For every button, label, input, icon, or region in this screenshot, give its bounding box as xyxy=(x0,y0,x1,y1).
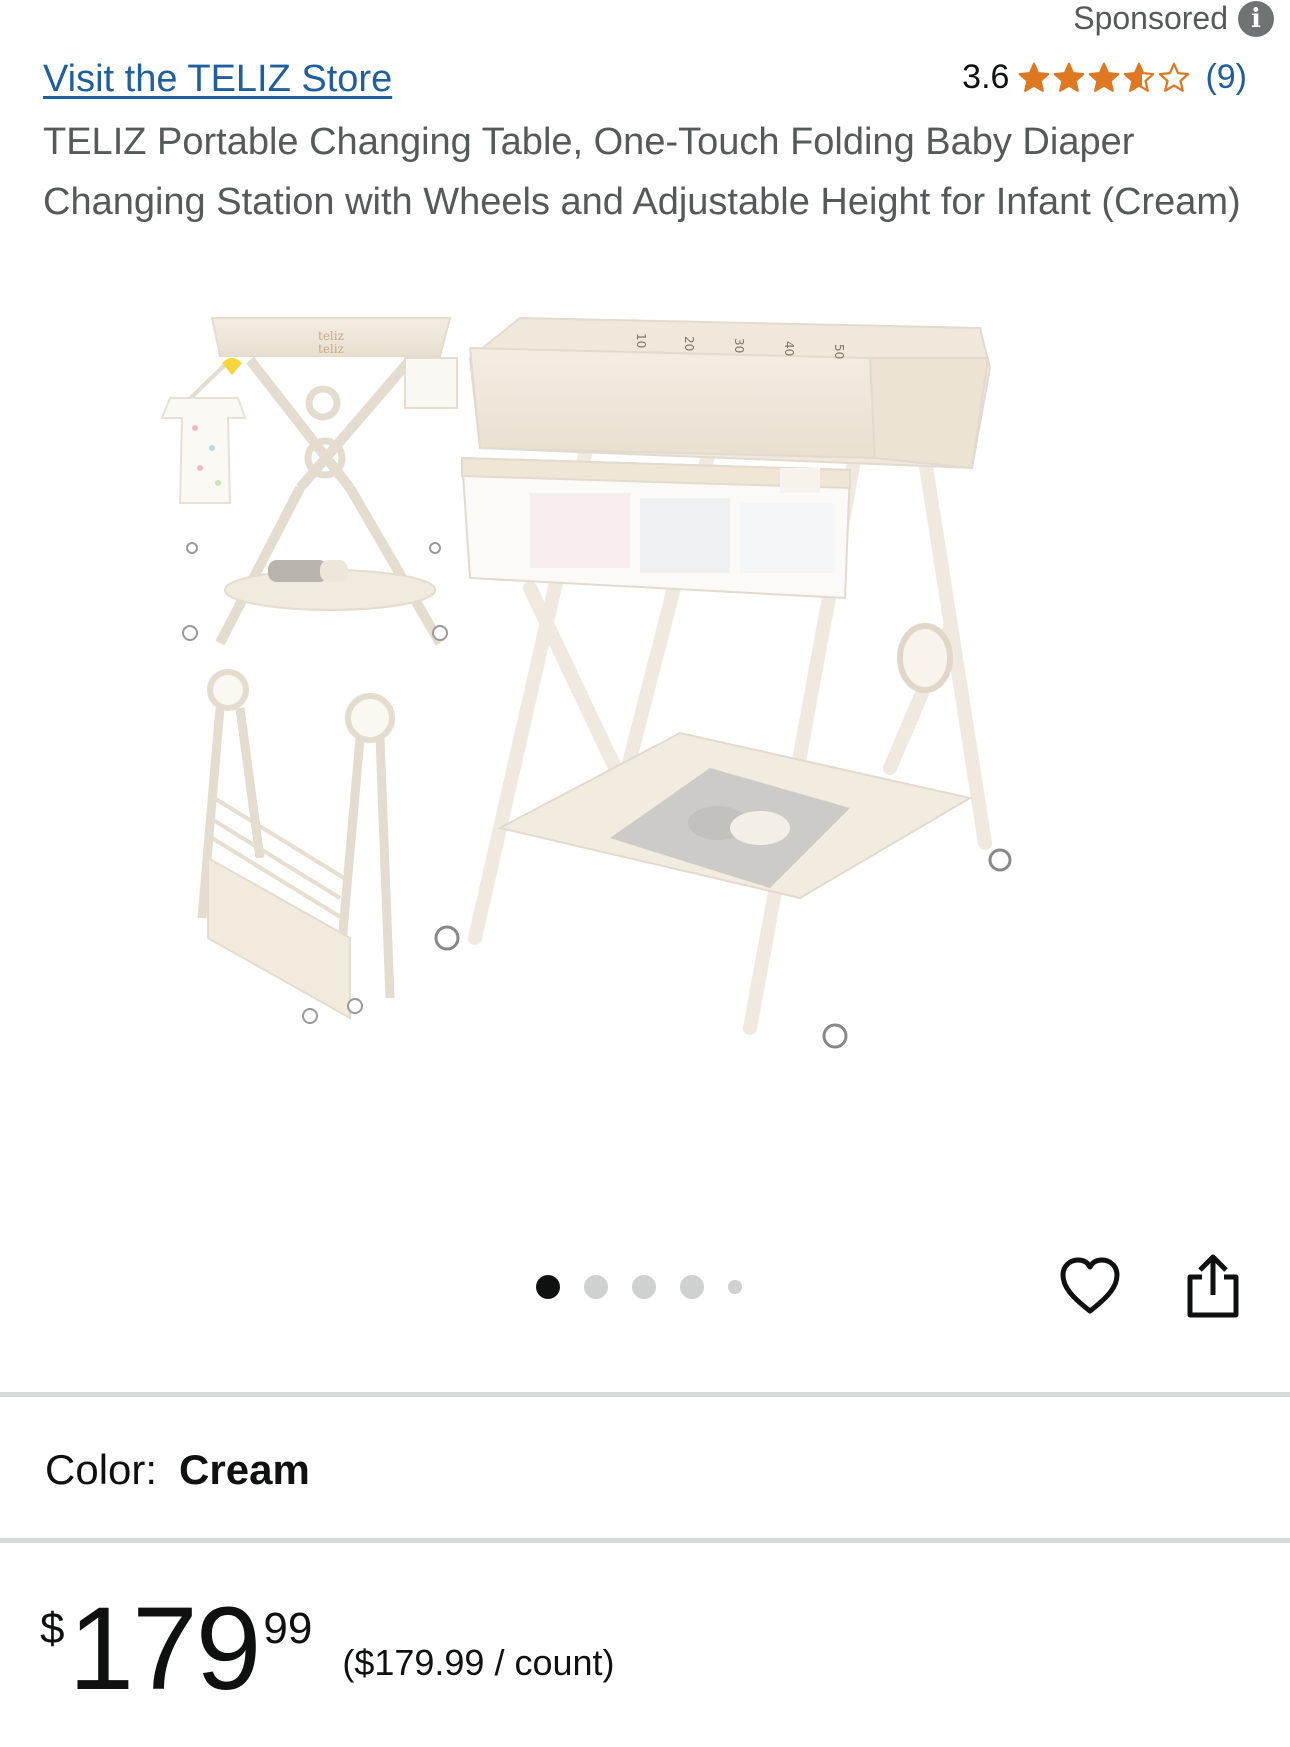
carousel-dot[interactable] xyxy=(728,1280,742,1294)
brand-mark-2: teliz xyxy=(318,342,344,356)
sponsored-label-group[interactable]: Sponsored i xyxy=(1073,0,1274,37)
rating-count-link[interactable]: (9) xyxy=(1205,58,1247,97)
store-link[interactable]: Visit the TELIZ Store xyxy=(43,58,392,101)
star-full-icon xyxy=(1089,62,1120,92)
color-selection: Color: Cream xyxy=(45,1446,310,1494)
carousel-dot[interactable] xyxy=(632,1275,656,1299)
section-divider xyxy=(0,1392,1290,1397)
main-changing-table: 10 20 30 40 50 xyxy=(434,316,1012,1049)
image-carousel-indicator[interactable] xyxy=(536,1275,766,1299)
price-currency-symbol: $ xyxy=(40,1604,65,1653)
carousel-dot[interactable] xyxy=(536,1275,560,1299)
star-full-icon xyxy=(1019,62,1050,92)
unit-price: ($179.99 / count) xyxy=(342,1642,615,1683)
heart-outline-icon[interactable] xyxy=(1058,1255,1122,1319)
thumbnail-folded-table xyxy=(197,669,395,1024)
star-empty-icon xyxy=(1159,62,1190,92)
rating-summary[interactable]: 3.6 (9) xyxy=(962,58,1247,97)
thumbnail-unfolded-table: teliz teliz xyxy=(160,317,458,646)
ruler-mark-50: 50 xyxy=(832,344,846,359)
color-label: Color: xyxy=(45,1446,158,1493)
brand-mark-1: teliz xyxy=(318,329,344,343)
section-divider xyxy=(0,1538,1290,1543)
carousel-dot[interactable] xyxy=(584,1275,608,1299)
carousel-dot[interactable] xyxy=(680,1275,704,1299)
star-half-icon xyxy=(1124,62,1155,92)
product-title: TELIZ Portable Changing Table, One-Touch… xyxy=(43,121,1241,223)
store-rating-row: Visit the TELIZ Store 3.6 (9) xyxy=(43,58,1247,108)
price-fraction: 99 xyxy=(263,1604,313,1653)
ruler-mark-20: 20 xyxy=(682,336,696,351)
ruler-mark-10: 10 xyxy=(634,333,648,348)
price-block: $ 179 99 ($179.99 / count) xyxy=(40,1590,615,1708)
share-icon[interactable] xyxy=(1180,1253,1246,1319)
rating-value: 3.6 xyxy=(962,58,1010,96)
info-icon[interactable]: i xyxy=(1238,0,1274,37)
color-value: Cream xyxy=(179,1446,310,1493)
rating-stars xyxy=(1017,61,1191,95)
sponsored-label: Sponsored xyxy=(1073,0,1228,36)
ruler-mark-40: 40 xyxy=(782,341,796,356)
price-whole: 179 xyxy=(68,1583,261,1715)
product-image[interactable]: teliz teliz 10 20 30 40 50 xyxy=(150,298,1140,1178)
star-full-icon xyxy=(1054,62,1085,92)
ruler-mark-30: 30 xyxy=(732,338,746,353)
